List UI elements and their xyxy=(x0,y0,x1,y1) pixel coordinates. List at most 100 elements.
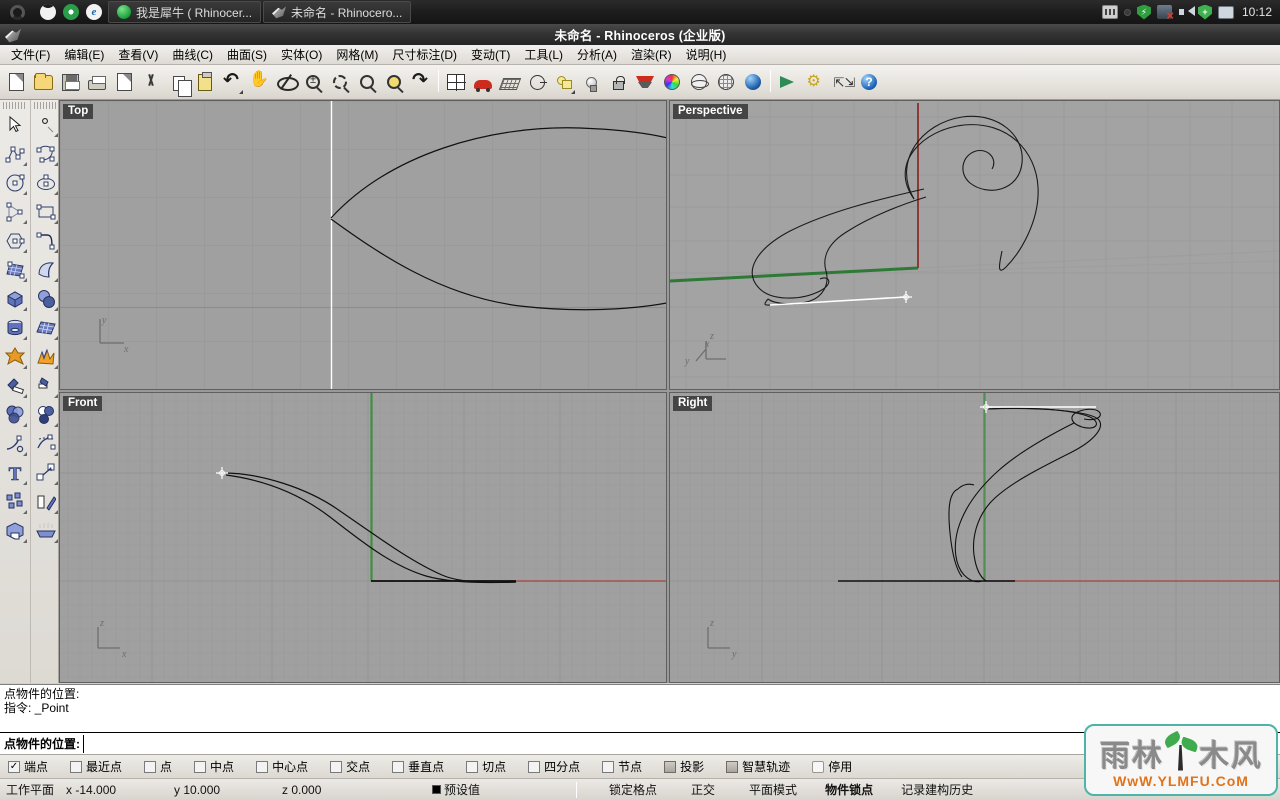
dimension-button[interactable]: ⇱⇲ xyxy=(829,68,856,96)
viewport-front-canvas[interactable]: z x xyxy=(60,393,667,683)
box-tool[interactable] xyxy=(0,284,29,313)
status-cplane[interactable]: 工作平面 xyxy=(0,780,60,800)
mirror-tool[interactable] xyxy=(31,487,60,516)
four-viewport-button[interactable] xyxy=(443,68,469,96)
undo-button[interactable] xyxy=(219,68,245,96)
copy-button[interactable] xyxy=(165,68,192,97)
zoom-extents-button[interactable] xyxy=(354,68,380,96)
cut-button[interactable] xyxy=(138,68,164,96)
fillet-curve-tool[interactable] xyxy=(0,429,29,458)
button-icon[interactable] xyxy=(664,760,677,773)
viewport-top[interactable]: Top y x xyxy=(59,100,667,390)
viewport-front[interactable]: Front z x xyxy=(59,392,667,683)
checkbox-icon[interactable] xyxy=(602,760,615,773)
offset-tools[interactable] xyxy=(31,400,60,429)
ellipse-tool[interactable] xyxy=(31,168,60,197)
trim-tool[interactable] xyxy=(0,371,29,400)
menu-render[interactable]: 渲染(R) xyxy=(624,44,679,65)
mesh-tool[interactable] xyxy=(31,313,60,342)
open-file-button[interactable] xyxy=(30,68,56,96)
viewport-perspective-label[interactable]: Perspective xyxy=(673,104,748,119)
menu-surface[interactable]: 曲面(S) xyxy=(220,44,274,65)
osnap-smarttrack[interactable]: 智慧轨迹 xyxy=(726,758,790,775)
color-button[interactable] xyxy=(659,68,685,96)
menu-dimension[interactable]: 尺寸标注(D) xyxy=(385,44,464,65)
extrude-surface-tool[interactable] xyxy=(31,255,60,284)
boolean-tools[interactable] xyxy=(0,400,29,429)
text-tool[interactable]: T xyxy=(0,458,29,487)
arc-tool[interactable] xyxy=(0,197,29,226)
help-button[interactable]: ? xyxy=(856,68,882,96)
osnap-quadrant[interactable]: 四分点 xyxy=(528,758,580,775)
keyboard-icon[interactable] xyxy=(1101,5,1118,19)
options-button[interactable]: ⚙ xyxy=(802,68,828,96)
edge-icon[interactable]: e xyxy=(86,4,102,20)
save-file-button[interactable] xyxy=(57,68,83,96)
osnap-intersection[interactable]: 交点 xyxy=(330,758,370,775)
ghosted-button[interactable] xyxy=(713,68,739,96)
render-tools[interactable] xyxy=(0,516,29,545)
checkbox-icon[interactable] xyxy=(194,760,207,773)
menu-mesh[interactable]: 网格(M) xyxy=(329,44,385,65)
palette-drag-handle[interactable] xyxy=(3,102,26,109)
menu-view[interactable]: 查看(V) xyxy=(111,44,165,65)
osnap-knot[interactable]: 节点 xyxy=(602,758,642,775)
checkbox-icon[interactable] xyxy=(256,760,269,773)
status-toggle-history[interactable]: 记录建构历史 xyxy=(895,780,979,800)
checkbox-icon[interactable]: ✓ xyxy=(8,760,20,773)
menu-solid[interactable]: 实体(O) xyxy=(274,44,329,65)
lock-button[interactable] xyxy=(605,68,631,96)
circle-tool[interactable] xyxy=(0,168,29,197)
menu-file[interactable]: 文件(F) xyxy=(4,44,57,65)
taskbar-clock[interactable]: 10:12 xyxy=(1240,5,1272,19)
sphere-tool[interactable] xyxy=(31,284,60,313)
split-tool[interactable] xyxy=(31,371,60,400)
status-toggle-grid-snap[interactable]: 锁定格点 xyxy=(603,780,663,800)
osnap-tangent[interactable]: 切点 xyxy=(466,758,506,775)
viewport-perspective[interactable]: Perspective z x y xyxy=(669,100,1280,390)
moon-icon[interactable] xyxy=(40,4,56,20)
button-icon[interactable] xyxy=(812,760,825,773)
taskbar-task-rhino[interactable]: 未命名 - Rhinocero... xyxy=(263,1,412,23)
osnap-disable[interactable]: 停用 xyxy=(812,758,852,775)
osnap-project[interactable]: 投影 xyxy=(664,758,704,775)
security-shield-icon[interactable]: ⚡ xyxy=(1136,4,1151,20)
network-disconnected-icon[interactable] xyxy=(1156,5,1174,23)
polygon-tool[interactable] xyxy=(0,226,29,255)
osnap-center[interactable]: 中心点 xyxy=(256,758,308,775)
menu-help[interactable]: 说明(H) xyxy=(679,44,734,65)
named-views-button[interactable] xyxy=(470,68,496,96)
button-icon[interactable] xyxy=(726,760,739,773)
zoom-selected-button[interactable] xyxy=(381,68,407,96)
wireframe-button[interactable] xyxy=(686,68,712,96)
start-button[interactable] xyxy=(0,0,34,24)
viewport-right-canvas[interactable]: z y xyxy=(670,393,1280,683)
point-tool[interactable] xyxy=(31,110,60,139)
select-tool[interactable] xyxy=(0,110,29,139)
pan-button[interactable] xyxy=(246,68,272,96)
osnap-mid[interactable]: 中点 xyxy=(194,758,234,775)
explode-tool[interactable] xyxy=(31,342,60,371)
rectangle-tool[interactable] xyxy=(31,197,60,226)
lighting-tool[interactable] xyxy=(31,516,60,545)
checkbox-icon[interactable] xyxy=(466,760,479,773)
checkbox-icon[interactable] xyxy=(330,760,343,773)
viewport-perspective-canvas[interactable]: z x y xyxy=(670,101,1280,390)
cut-plane-button[interactable] xyxy=(111,68,137,96)
polyline-tool[interactable] xyxy=(0,139,29,168)
osnap-end[interactable]: ✓ 端点 xyxy=(8,758,48,775)
array-tool[interactable] xyxy=(0,487,29,516)
checkbox-icon[interactable] xyxy=(70,760,83,773)
osnap-point[interactable]: 点 xyxy=(144,758,172,775)
paste-button[interactable] xyxy=(192,68,218,96)
lights-button[interactable] xyxy=(578,68,604,96)
chrome-icon[interactable] xyxy=(63,4,79,20)
transform-tool[interactable] xyxy=(31,458,60,487)
rotate-view-button[interactable] xyxy=(273,68,299,96)
rendered-button[interactable] xyxy=(740,68,766,96)
menu-analyze[interactable]: 分析(A) xyxy=(570,44,624,65)
zoom-dynamic-button[interactable] xyxy=(300,68,326,96)
update-shield-icon[interactable]: + xyxy=(1197,4,1212,20)
checkbox-icon[interactable] xyxy=(392,760,405,773)
object-properties-button[interactable] xyxy=(524,68,550,96)
